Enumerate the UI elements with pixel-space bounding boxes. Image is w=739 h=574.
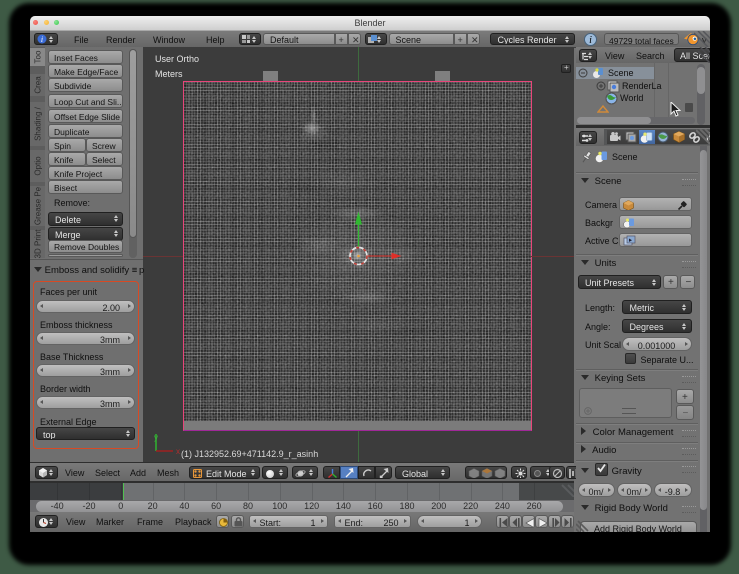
svg-text:i: i (41, 35, 43, 44)
svg-text:y: y (154, 433, 158, 442)
svg-text:x: x (176, 447, 180, 456)
svg-text:i: i (589, 35, 592, 46)
